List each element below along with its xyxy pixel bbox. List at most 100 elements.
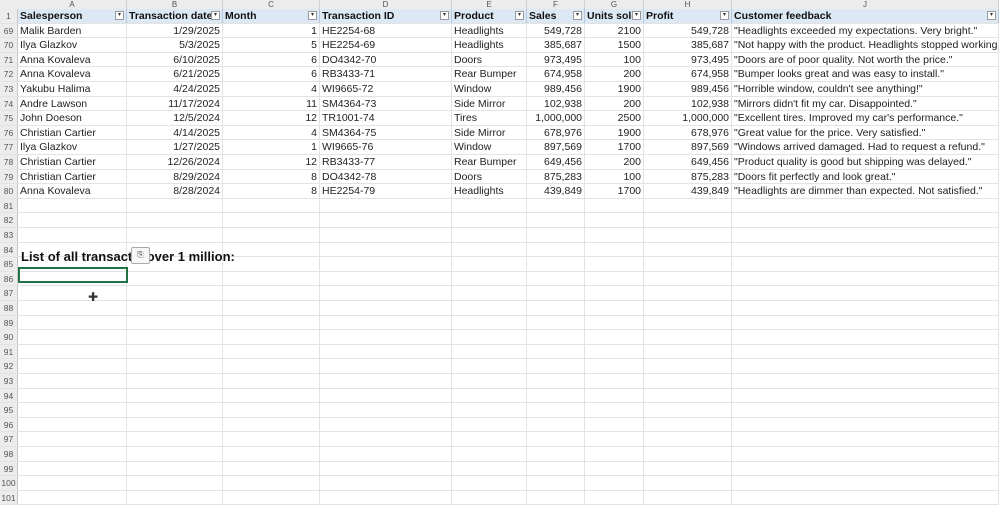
table-cell[interactable] [452,315,527,330]
table-cell[interactable] [18,447,127,461]
table-cell[interactable] [585,301,644,315]
table-cell[interactable] [223,315,320,330]
table-cell[interactable] [452,213,527,227]
row-number[interactable]: 83 [0,228,18,242]
table-cell[interactable] [732,447,999,461]
column-letter-a[interactable]: A [18,0,127,9]
table-cell[interactable]: "Windows arrived damaged. Had to request… [732,140,999,154]
table-cell[interactable] [452,257,527,271]
table-cell[interactable] [320,461,452,476]
table-cell[interactable] [127,432,223,446]
row-number[interactable]: 70 [0,38,18,52]
row-number[interactable]: 101 [0,490,18,505]
row-number[interactable]: 82 [0,213,18,227]
table-cell[interactable]: SM4364-73 [320,96,452,111]
table-cell[interactable] [527,286,585,300]
table-cell[interactable] [732,330,999,344]
column-letter-c[interactable]: C [223,0,320,9]
table-cell[interactable] [644,359,732,373]
table-cell[interactable] [18,476,127,490]
table-cell[interactable]: 100 [585,169,644,184]
row-number[interactable]: 93 [0,374,18,388]
table-cell[interactable]: Doors [452,169,527,184]
table-cell[interactable]: HE2254-69 [320,38,452,52]
table-cell[interactable] [127,286,223,300]
table-cell[interactable] [732,344,999,359]
table-cell[interactable] [644,301,732,315]
row-number[interactable]: 75 [0,111,18,125]
table-cell[interactable] [585,286,644,300]
table-cell[interactable] [732,476,999,490]
header-cell[interactable]: Units sold [585,9,644,23]
table-cell[interactable]: 6/10/2025 [127,52,223,67]
table-cell[interactable] [223,476,320,490]
row-number[interactable]: 88 [0,301,18,315]
table-cell[interactable] [452,271,527,286]
table-cell[interactable]: 1700 [585,184,644,198]
paste-options-icon[interactable]: ⎘ [131,247,150,264]
table-cell[interactable] [127,198,223,213]
table-cell[interactable] [18,388,127,403]
table-cell[interactable] [127,417,223,432]
row-number[interactable]: 85 [0,257,18,271]
header-cell[interactable]: Transaction date [127,9,223,23]
table-cell[interactable]: 12 [223,155,320,169]
table-cell[interactable]: "Bumper looks great and was easy to inst… [732,67,999,81]
row-number[interactable]: 100 [0,476,18,490]
table-cell[interactable] [320,403,452,417]
table-cell[interactable] [452,476,527,490]
table-cell[interactable] [320,432,452,446]
table-cell[interactable] [527,432,585,446]
table-cell[interactable] [18,315,127,330]
row-number[interactable]: 78 [0,155,18,169]
table-cell[interactable] [585,315,644,330]
table-cell[interactable]: Side Mirror [452,125,527,140]
table-cell[interactable] [452,242,527,257]
table-cell[interactable]: Anna Kovaleva [18,184,127,198]
table-cell[interactable]: 385,687 [644,38,732,52]
table-cell[interactable] [585,403,644,417]
row-number[interactable]: 79 [0,169,18,184]
table-cell[interactable]: "Product quality is good but shipping wa… [732,155,999,169]
table-cell[interactable] [18,461,127,476]
table-cell[interactable] [732,257,999,271]
table-cell[interactable] [320,417,452,432]
filter-dropdown-icon[interactable] [720,11,729,20]
header-cell[interactable]: Month [223,9,320,23]
table-cell[interactable] [732,286,999,300]
table-cell[interactable]: 6 [223,52,320,67]
column-letter-b[interactable]: B [127,0,223,9]
table-cell[interactable] [320,213,452,227]
table-cell[interactable]: 1 [223,140,320,154]
table-cell[interactable] [18,359,127,373]
table-cell[interactable] [644,228,732,242]
row-number[interactable]: 71 [0,52,18,67]
table-cell[interactable] [18,228,127,242]
table-cell[interactable]: 1/29/2025 [127,23,223,38]
table-cell[interactable]: 989,456 [527,82,585,96]
row-number[interactable]: 97 [0,432,18,446]
table-cell[interactable] [320,374,452,388]
table-cell[interactable] [644,213,732,227]
table-cell[interactable]: 674,958 [527,67,585,81]
table-cell[interactable] [127,447,223,461]
row-number[interactable]: 72 [0,67,18,81]
table-cell[interactable] [585,228,644,242]
table-cell[interactable] [527,374,585,388]
table-cell[interactable] [585,257,644,271]
header-cell[interactable]: Profit [644,9,732,23]
table-cell[interactable]: TR1001-74 [320,111,452,125]
table-cell[interactable] [527,213,585,227]
table-cell[interactable] [223,344,320,359]
table-cell[interactable]: 989,456 [644,82,732,96]
table-cell[interactable]: 8/29/2024 [127,169,223,184]
table-cell[interactable] [452,286,527,300]
table-cell[interactable]: 649,456 [527,155,585,169]
row-number[interactable]: 86 [0,271,18,286]
table-cell[interactable] [223,286,320,300]
table-cell[interactable]: Christian Cartier [18,125,127,140]
table-cell[interactable] [127,359,223,373]
filter-dropdown-icon[interactable] [440,11,449,20]
table-cell[interactable]: 1900 [585,82,644,96]
table-cell[interactable] [223,432,320,446]
